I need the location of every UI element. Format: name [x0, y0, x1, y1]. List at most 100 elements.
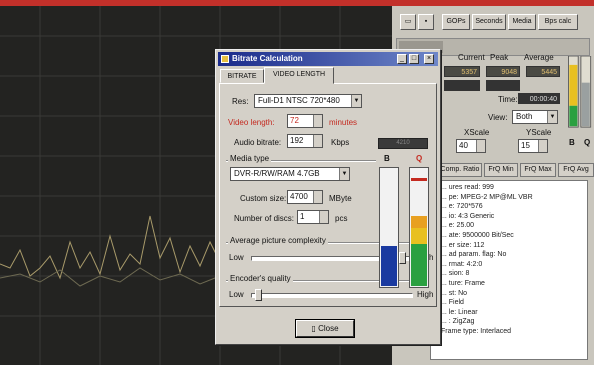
encoder-track [251, 293, 413, 298]
quality-level-meter [409, 167, 429, 288]
quality-level-yellow [411, 228, 427, 244]
complexity-thumb[interactable] [399, 252, 406, 264]
media-type-title: Media type [228, 154, 272, 163]
info-line: ... pe: MPEG-2 MP@ML VBR [441, 193, 533, 201]
media-button[interactable]: Media [508, 14, 536, 30]
level-meters [568, 56, 592, 128]
res-select[interactable]: Full-D1 NTSC 720*480 ▼ [254, 94, 362, 108]
info-line: ... ate: 9500000 Bit/Sec [441, 231, 514, 239]
graph-line [0, 215, 221, 280]
current-value-2 [444, 80, 480, 91]
info-line: ... : ZigZag [441, 318, 475, 326]
meter-display: 4210 [378, 138, 428, 149]
dialog-body: Res: Full-D1 NTSC 720*480 ▼ Video length:… [219, 83, 437, 307]
tab-comp-ratio[interactable]: Comp. Ratio [438, 163, 482, 177]
view-select-value: Both [516, 112, 533, 121]
info-line: ... e: 25.00 [441, 222, 475, 230]
yscale-spinner[interactable]: 15 [518, 139, 548, 153]
info-line: Frame type: Interlaced [441, 327, 512, 335]
quality-level-marker [411, 178, 427, 181]
chevron-down-icon: ▼ [339, 168, 349, 180]
meter-b-letter: B [384, 154, 390, 163]
toolbar: ▭ ▪ GOPs Seconds Media Bps calc [392, 10, 594, 34]
yscale-label: YScale [526, 128, 552, 137]
tab-frq-min[interactable]: FrQ Min [484, 163, 518, 177]
media-type-select[interactable]: DVR-R/RW/RAM 4.7GB ▼ [230, 167, 350, 181]
peak-value-2 [486, 80, 520, 91]
current-header: Current [458, 53, 485, 62]
encoder-thumb[interactable] [255, 289, 262, 301]
custom-size-spinner[interactable]: 4700 [287, 190, 323, 204]
bps-calc-button[interactable]: Bps calc [538, 14, 578, 30]
encoder-low-label: Low [229, 290, 244, 299]
maximize-icon[interactable]: □ [409, 54, 419, 64]
xscale-spinner[interactable]: 40 [456, 139, 486, 153]
tab-frq-max[interactable]: FrQ Max [520, 163, 556, 177]
chevron-down-icon: ▼ [547, 111, 557, 123]
info-line: ... rmat: 4:2:0 [441, 260, 483, 268]
meter-b-label: B [569, 138, 575, 147]
discs-label: Number of discs: [234, 214, 295, 223]
minimize-icon[interactable]: _ [397, 54, 407, 64]
media-type-select-value: DVR-R/RW/RAM 4.7GB [234, 169, 320, 178]
audio-bitrate-spinner[interactable]: 192 [287, 134, 323, 148]
close-icon[interactable]: × [424, 54, 434, 64]
dialog-title: Bitrate Calculation [232, 54, 303, 63]
res-label: Res: [232, 97, 249, 106]
chevron-down-icon: ▼ [351, 95, 361, 107]
app-icon [221, 55, 229, 63]
meter-q-fill [581, 82, 590, 127]
video-length-spinner[interactable]: 72 [287, 114, 323, 128]
complexity-slider[interactable]: Low High [229, 252, 434, 264]
res-select-value: Full-D1 NTSC 720*480 [258, 96, 340, 105]
seconds-button[interactable]: Seconds [472, 14, 506, 30]
close-button[interactable]: ▯ Close [295, 319, 355, 338]
tab-video-length[interactable]: VIDEO LENGTH [264, 67, 334, 84]
audio-bitrate-label: Audio bitrate: [234, 138, 282, 147]
info-line: ... er size: 112 [441, 241, 485, 249]
save-icon[interactable]: ▪ [418, 14, 434, 30]
meter-q-label: Q [584, 138, 591, 147]
time-value: 00:00:40 [518, 93, 560, 104]
info-line: ... st: No [441, 289, 468, 297]
complexity-low-label: Low [229, 253, 244, 262]
info-line: ... le: Linear [441, 308, 478, 316]
gops-button[interactable]: GOPs [442, 14, 470, 30]
peak-value: 9048 [486, 66, 520, 77]
custom-size-unit: MByte [329, 194, 352, 203]
bitrate-level-meter [379, 167, 399, 288]
audio-bitrate-unit: Kbps [331, 138, 350, 147]
encoder-high-label: High [417, 290, 434, 299]
complexity-title: Average picture complexity [228, 236, 328, 245]
custom-size-label: Custom size: [240, 194, 287, 203]
meter-b-yellow [569, 64, 578, 106]
stream-info-panel[interactable]: ... ures read: 999 ... pe: MPEG-2 MP@ML V… [430, 180, 588, 360]
info-line: ... ad param. flag: No [441, 251, 507, 259]
quality-level-orange [411, 216, 427, 228]
average-value: 5445 [526, 66, 560, 77]
view-select[interactable]: Both ▼ [512, 110, 558, 124]
info-line: ... io: 4:3 Generic [441, 212, 495, 220]
open-folder-icon[interactable]: ▭ [400, 14, 416, 30]
encoder-quality-title: Encoder's quality [228, 274, 293, 283]
xscale-label: XScale [464, 128, 490, 137]
screenshot-root: ▭ ▪ GOPs Seconds Media Bps calc Current … [0, 0, 594, 365]
quality-level-green [411, 244, 427, 286]
peak-header: Peak [490, 53, 509, 62]
discs-unit: pcs [335, 214, 348, 223]
video-length-unit: minutes [329, 118, 358, 127]
info-line: ... e: 720*576 [441, 203, 483, 211]
tab-frq-avg[interactable]: FrQ Avg [558, 163, 594, 177]
bitrate-level-fill [381, 246, 397, 286]
discs-spinner[interactable]: 1 [297, 210, 329, 224]
info-line: ... ture: Frame [441, 279, 485, 287]
video-length-label: Video length: [228, 118, 275, 127]
tab-bitrate[interactable]: BITRATE [220, 69, 264, 83]
info-line: ... sion: 8 [441, 270, 470, 278]
graph-tabs: Comp. Ratio FrQ Min FrQ Max FrQ Avg [438, 163, 594, 177]
meter-q-letter: Q [416, 154, 423, 163]
encoder-quality-slider[interactable]: Low High [229, 289, 434, 301]
bitrate-calculation-dialog: Bitrate Calculation _ □ × BITRATE VIDEO … [215, 49, 441, 345]
info-line: ... Field [441, 299, 464, 307]
time-label: Time: [498, 95, 518, 104]
